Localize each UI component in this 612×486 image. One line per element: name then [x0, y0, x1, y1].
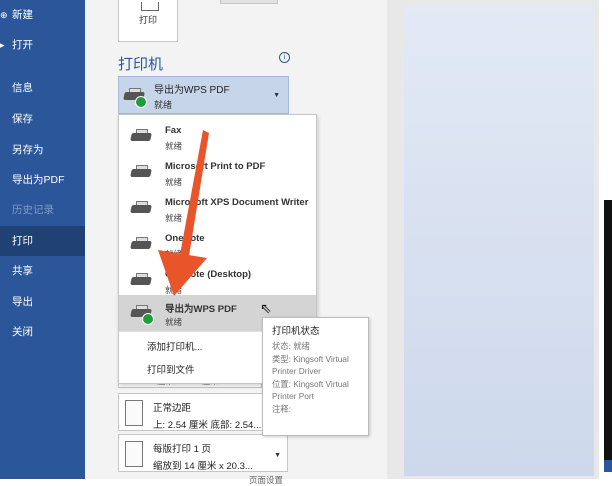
- sidebar-item-export[interactable]: 导出: [0, 287, 85, 317]
- print-button[interactable]: 打印: [118, 0, 178, 42]
- sidebar-item-new[interactable]: ⊕ 新建: [0, 0, 85, 30]
- printer-option-fax[interactable]: Fax 就绪: [119, 119, 316, 155]
- backstage-sidebar: ⊕ 新建 ▸ 打开 信息 保存 另存为 导出为PDF 历史记录 打印 共享 导出 关…: [0, 0, 85, 479]
- printer-icon: [130, 237, 153, 253]
- printer-dropdown[interactable]: 导出为WPS PDF 就绪 ▼: [118, 76, 289, 114]
- print-to-file-option[interactable]: 打印到文件: [147, 362, 195, 376]
- sidebar-item-save-as[interactable]: 另存为: [0, 135, 85, 165]
- preview-scrollbar[interactable]: [599, 0, 612, 479]
- sidebar-item-info[interactable]: 信息: [0, 73, 85, 103]
- info-icon[interactable]: i: [279, 52, 290, 63]
- mouse-cursor-icon: ⇖: [260, 300, 272, 316]
- printer-ready-icon: [123, 88, 147, 108]
- printer-option-ms-print-to-pdf[interactable]: Microsoft Print to PDF 就绪: [119, 155, 316, 191]
- printer-ready-icon: [130, 305, 154, 325]
- open-icon: ▸: [0, 40, 5, 50]
- printer-status-tooltip: 打印机状态 状态: 就绪 类型: Kingsoft Virtual Printe…: [262, 317, 369, 436]
- copies-field-edge[interactable]: [220, 0, 278, 4]
- sidebar-item-history: 历史记录: [12, 204, 54, 216]
- margins-icon: [125, 400, 143, 426]
- printer-icon: [130, 165, 153, 181]
- fax-printer-icon: [130, 129, 153, 145]
- preview-page: [404, 6, 594, 476]
- printer-heading: 打印机: [118, 56, 164, 73]
- pages-per-sheet-icon: [125, 441, 143, 467]
- printer-icon: [130, 273, 153, 289]
- sidebar-item-open[interactable]: ▸ 打开: [0, 30, 85, 60]
- printer-option-onenote-desktop[interactable]: OneNote (Desktop) 就绪: [119, 263, 316, 299]
- pages-per-sheet-option[interactable]: 每版打印 1 页 缩放到 14 厘米 x 20.3... ▼: [118, 434, 288, 472]
- sidebar-item-close[interactable]: 关闭: [0, 317, 85, 347]
- printer-icon: [130, 201, 153, 217]
- printer-option-xps-writer[interactable]: Microsoft XPS Document Writer 就绪: [119, 191, 316, 227]
- sidebar-item-share[interactable]: 共享: [0, 256, 85, 286]
- sidebar-item-print[interactable]: 打印: [0, 226, 85, 256]
- sidebar-item-export-pdf[interactable]: 导出为PDF: [0, 165, 85, 195]
- printer-option-onenote[interactable]: OneNote 就绪: [119, 227, 316, 263]
- print-preview: [387, 0, 612, 479]
- chevron-down-icon: ▼: [273, 92, 280, 99]
- printer-icon: [141, 2, 159, 11]
- new-icon: ⊕: [0, 10, 8, 20]
- add-printer-link[interactable]: 添加打印机...: [147, 339, 202, 353]
- page-setup-link[interactable]: 页面设置: [249, 474, 283, 486]
- chevron-down-icon: ▼: [274, 452, 281, 459]
- sidebar-item-save[interactable]: 保存: [0, 104, 85, 134]
